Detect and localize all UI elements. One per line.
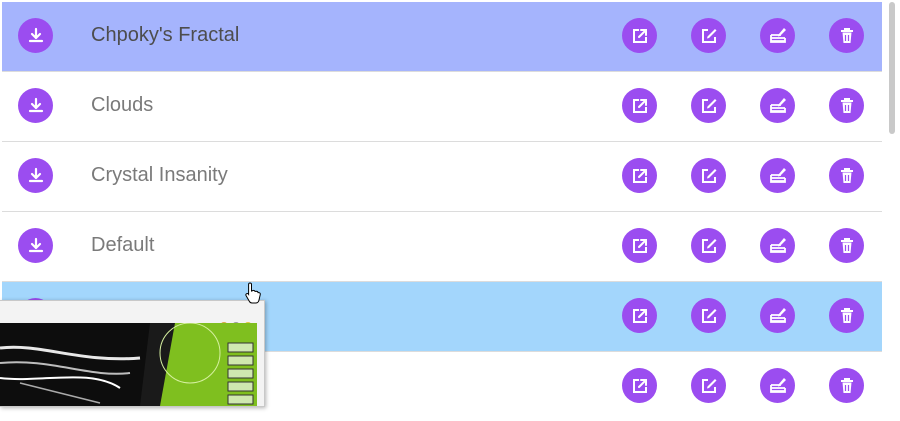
hand-cursor-icon	[245, 282, 261, 304]
trash-icon	[840, 167, 853, 183]
edit-icon	[701, 28, 716, 43]
skin-preview-tooltip	[0, 300, 265, 407]
trash-icon	[840, 27, 853, 43]
download-button[interactable]	[18, 158, 53, 193]
edit-code-icon	[769, 167, 786, 183]
skin-preview-image	[0, 323, 257, 406]
edit-code-icon	[769, 377, 786, 393]
edit-code-button[interactable]	[760, 298, 795, 333]
download-button[interactable]	[18, 18, 53, 53]
item-name: Crystal Insanity	[91, 164, 228, 186]
edit-icon	[701, 168, 716, 183]
item-name: Clouds	[91, 94, 154, 116]
list-item[interactable]: Crystal Insanity	[2, 142, 882, 212]
edit-button[interactable]	[691, 18, 726, 53]
open-button[interactable]	[622, 368, 657, 403]
list-item[interactable]: Clouds	[2, 72, 882, 142]
edit-button[interactable]	[691, 298, 726, 333]
open-external-icon	[632, 308, 647, 323]
edit-icon	[701, 238, 716, 253]
trash-icon	[840, 237, 853, 253]
download-icon	[28, 27, 43, 42]
delete-button[interactable]	[829, 368, 864, 403]
edit-icon	[701, 308, 716, 323]
edit-button[interactable]	[691, 368, 726, 403]
edit-code-icon	[769, 307, 786, 323]
download-icon	[28, 237, 43, 252]
download-button[interactable]	[18, 228, 53, 263]
trash-icon	[840, 97, 853, 113]
download-icon	[28, 167, 43, 182]
vertical-scrollbar[interactable]	[885, 0, 900, 405]
open-external-icon	[632, 28, 647, 43]
open-button[interactable]	[622, 88, 657, 123]
list-item[interactable]: Chpoky's Fractal	[2, 2, 882, 72]
edit-code-icon	[769, 97, 786, 113]
open-button[interactable]	[622, 158, 657, 193]
download-button[interactable]	[18, 88, 53, 123]
open-external-icon	[632, 168, 647, 183]
edit-icon	[701, 378, 716, 393]
edit-code-button[interactable]	[760, 18, 795, 53]
open-external-icon	[632, 378, 647, 393]
delete-button[interactable]	[829, 298, 864, 333]
trash-icon	[840, 377, 853, 393]
edit-code-icon	[769, 237, 786, 253]
list-item[interactable]: Default	[2, 212, 882, 282]
edit-button[interactable]	[691, 88, 726, 123]
download-icon	[28, 97, 43, 112]
edit-code-button[interactable]	[760, 158, 795, 193]
edit-code-button[interactable]	[760, 88, 795, 123]
delete-button[interactable]	[829, 158, 864, 193]
open-external-icon	[632, 98, 647, 113]
open-button[interactable]	[622, 18, 657, 53]
open-external-icon	[632, 238, 647, 253]
edit-code-button[interactable]	[760, 368, 795, 403]
delete-button[interactable]	[829, 18, 864, 53]
open-button[interactable]	[622, 228, 657, 263]
edit-button[interactable]	[691, 158, 726, 193]
edit-code-icon	[769, 27, 786, 43]
edit-icon	[701, 98, 716, 113]
open-button[interactable]	[622, 298, 657, 333]
trash-icon	[840, 307, 853, 323]
item-name: Chpoky's Fractal	[91, 24, 240, 46]
edit-code-button[interactable]	[760, 228, 795, 263]
delete-button[interactable]	[829, 88, 864, 123]
edit-button[interactable]	[691, 228, 726, 263]
delete-button[interactable]	[829, 228, 864, 263]
scrollbar-thumb[interactable]	[889, 2, 895, 134]
item-name: Default	[91, 234, 155, 256]
